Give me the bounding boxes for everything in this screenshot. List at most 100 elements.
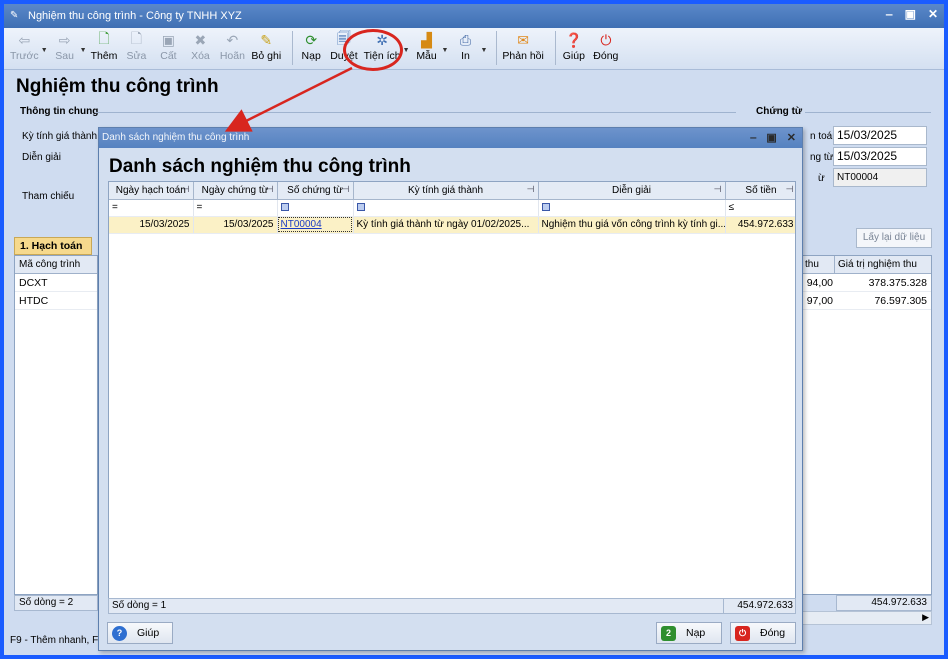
feedback-icon: ✉ (517, 31, 529, 48)
window-titlebar: ✎ Nghiệm thu công trình - Công ty TNHH X… (4, 4, 944, 28)
table-row[interactable]: HTDC (15, 292, 97, 310)
column-header-period[interactable]: Kỳ tính giá thành ⊣ (353, 182, 539, 200)
table-row[interactable]: DCXT (15, 274, 97, 292)
chevron-down-icon[interactable]: ▼ (80, 47, 87, 54)
app-icon: ✎ (10, 10, 19, 21)
maximize-icon[interactable]: ▣ (766, 128, 776, 148)
posting-date-field[interactable]: 15/03/2025 (833, 126, 927, 145)
template-icon: ▟ (421, 31, 432, 48)
column-header-code[interactable]: Mã công trình (15, 256, 97, 274)
voucher-no-field[interactable]: NT00004 (833, 168, 927, 187)
tab-posting[interactable]: 1. Hạch toán (14, 237, 92, 255)
filter-operator[interactable]: = (112, 202, 118, 213)
print-button[interactable]: ⎙ In (452, 31, 478, 63)
filter-contains-icon[interactable] (541, 203, 550, 212)
dialog-help-button[interactable]: ? Giúp (107, 622, 173, 644)
next-button[interactable]: ⇨ Sau (52, 31, 78, 63)
delete-button[interactable]: ✖ Xóa (187, 31, 213, 63)
filter-cell[interactable]: = (193, 199, 278, 217)
pin-icon[interactable]: ⊣ (714, 184, 722, 195)
section-divider (805, 112, 931, 113)
cell-period[interactable]: Kỳ tính giá thành từ ngày 01/02/2025... (353, 216, 539, 234)
toolbar-separator (554, 31, 556, 65)
scroll-right-icon[interactable]: ▶ (922, 612, 929, 623)
reload-data-button[interactable]: Lấy lại dữ liệu (856, 228, 932, 248)
filter-row: = = ≤ (109, 199, 795, 217)
load-button[interactable]: ⟳ Nạp (298, 31, 324, 63)
unpost-icon: ✎ (260, 31, 273, 48)
unpost-button[interactable]: ✎ Bỏ ghi (251, 31, 281, 63)
dialog-grid-footer: Số dòng = 1 454.972.633 (108, 598, 796, 614)
cell-value: 76.597.305 (874, 295, 927, 307)
dialog-titlebar: Danh sách nghiệm thu công trình ‒ ▣ ✕ (99, 128, 802, 148)
minimize-icon[interactable]: ‒ (886, 7, 893, 21)
period-label: Kỳ tính giá thành (22, 131, 98, 142)
chevron-down-icon[interactable]: ▼ (41, 47, 48, 54)
pin-icon[interactable]: ⊣ (342, 184, 350, 195)
cell-amount[interactable]: 454.972.633 (725, 216, 795, 234)
edit-icon: 🗋 (130, 30, 143, 46)
dialog-row-count: Số dòng = 1 (112, 600, 167, 611)
posting-row-count: Số dòng = 2 (14, 595, 98, 611)
column-header-amount[interactable]: Số tiền ⊣ (725, 182, 795, 200)
filter-cell[interactable]: ≤ (725, 199, 795, 217)
pin-icon[interactable]: ⊣ (527, 184, 535, 195)
filter-operator[interactable]: ≤ (729, 202, 735, 213)
close-dialog-icon[interactable]: ✕ (787, 128, 796, 148)
pin-icon[interactable]: ⊣ (182, 184, 190, 195)
filter-contains-icon[interactable] (280, 203, 289, 212)
filter-cell[interactable] (353, 199, 539, 217)
print-icon: ⎙ (459, 31, 472, 48)
filter-contains-icon[interactable] (356, 203, 365, 212)
filter-cell[interactable]: = (109, 199, 194, 217)
table-row[interactable]: 15/03/2025 15/03/2025 NT00004 Kỳ tính gi… (109, 216, 795, 234)
column-header-description[interactable]: Diễn giải ⊣ (538, 182, 726, 200)
feedback-button[interactable]: ✉ Phản hồi (502, 31, 543, 63)
help-icon: ? (112, 625, 127, 641)
voucher-list-grid: Ngày hạch toán ⊣ Ngày chứng từ ⊣ Số chứng … (108, 181, 796, 614)
minimize-icon[interactable]: ‒ (750, 128, 756, 148)
close-button[interactable]: ⏻ Đóng (593, 31, 619, 63)
column-header-value[interactable]: Giá trị nghiệm thu (835, 256, 917, 273)
dialog-heading: Danh sách nghiệm thu công trình (109, 156, 411, 177)
cell-value: 378.375.328 (868, 277, 927, 289)
filter-cell[interactable] (538, 199, 726, 217)
cell-voucher-date[interactable]: 15/03/2025 (193, 216, 278, 234)
voucher-date-label: ng từ (810, 152, 834, 163)
prev-button[interactable]: ⇦ Trước (10, 31, 39, 63)
undo-button[interactable]: ↶ Hoãn (219, 31, 245, 63)
cell-description[interactable]: Nghiệm thu giá vốn công trình kỳ tính gi… (538, 216, 726, 234)
pin-icon[interactable]: ⊣ (266, 184, 274, 195)
voucher-date-field[interactable]: 15/03/2025 (833, 147, 927, 166)
column-header-posting-date[interactable]: Ngày hạch toán ⊣ (109, 182, 194, 200)
column-header-voucher-date[interactable]: Ngày chứng từ ⊣ (193, 182, 278, 200)
annotation-oval (343, 29, 403, 71)
chevron-down-icon[interactable]: ▼ (480, 47, 487, 54)
edit-button[interactable]: 🗋 Sửa (123, 30, 149, 62)
posting-total: 454.972.633 (836, 595, 932, 611)
save-icon: ▣ (161, 31, 176, 48)
description-label: Diễn giải (22, 152, 61, 163)
dialog-total: 454.972.633 (723, 599, 796, 613)
horizontal-scrollbar[interactable]: ▶ (802, 611, 932, 625)
dialog-load-button[interactable]: 2 Nạp (656, 622, 722, 644)
chevron-down-icon[interactable]: ▼ (442, 47, 449, 54)
posting-grid-left: Mã công trình DCXT HTDC (14, 255, 98, 595)
column-header-partial[interactable]: thu (803, 256, 835, 273)
add-button[interactable]: 🗋 Thêm (91, 30, 118, 62)
save-button[interactable]: ▣ Cất (155, 31, 181, 63)
maximize-icon[interactable]: ▣ (905, 7, 916, 21)
chevron-down-icon[interactable]: ▼ (403, 47, 410, 54)
template-button[interactable]: ▟ Mẫu (414, 31, 440, 63)
dialog-title: Danh sách nghiệm thu công trình (102, 132, 250, 143)
browse-dialog: Danh sách nghiệm thu công trình ‒ ▣ ✕ Da… (98, 127, 803, 651)
column-header-voucher-no[interactable]: Số chứng từ ⊣ (277, 182, 354, 200)
cell-posting-date[interactable]: 15/03/2025 (109, 216, 194, 234)
close-window-icon[interactable]: ✕ (928, 7, 938, 21)
dialog-close-button[interactable]: ⏻ Đóng (730, 622, 796, 644)
pin-icon[interactable]: ⊣ (786, 184, 794, 195)
cell-voucher-no-link[interactable]: NT00004 (277, 216, 354, 234)
help-button[interactable]: ❓ Giúp (561, 31, 587, 63)
filter-operator[interactable]: = (197, 202, 203, 213)
filter-cell[interactable] (277, 199, 354, 217)
